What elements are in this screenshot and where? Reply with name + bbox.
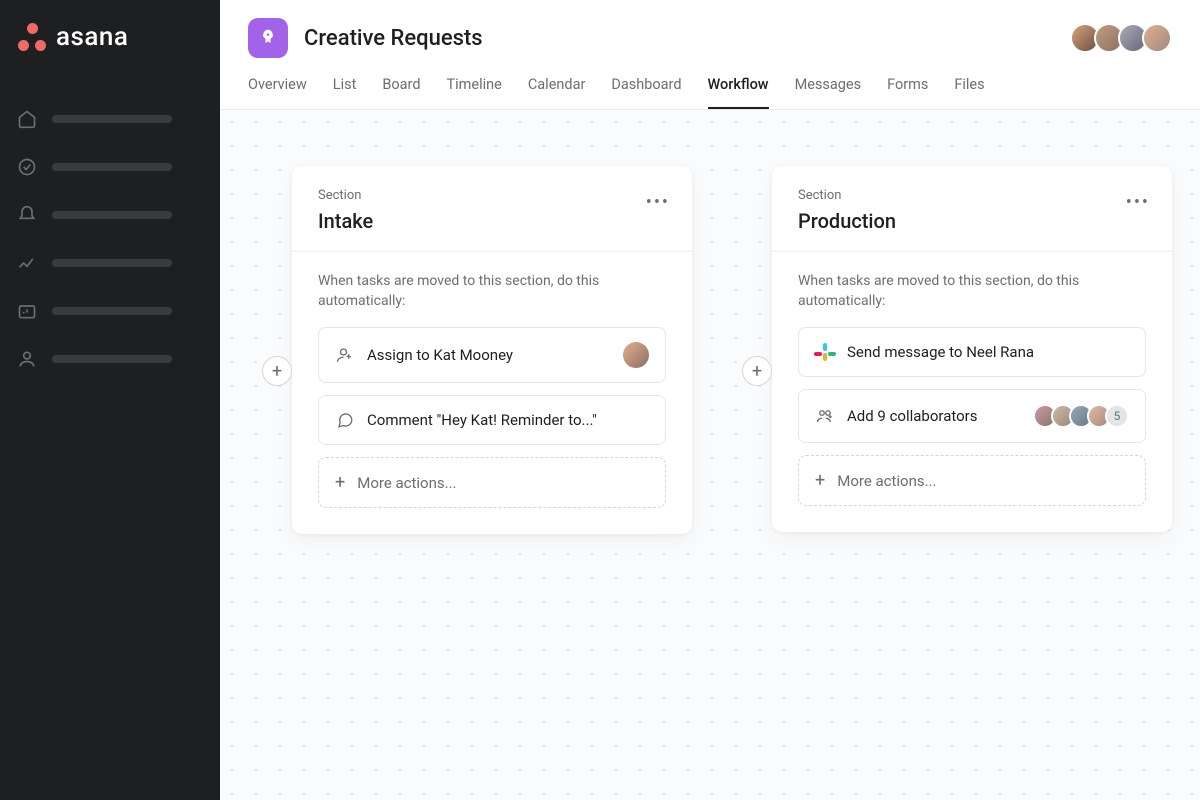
project-tabs: Overview List Board Timeline Calendar Da… xyxy=(248,76,1172,109)
assign-icon xyxy=(335,345,355,365)
main-content: Creative Requests Overview List Board Ti… xyxy=(220,0,1200,800)
more-icon[interactable]: ••• xyxy=(646,192,670,213)
person-icon xyxy=(16,348,38,370)
app-logo[interactable]: asana xyxy=(0,22,220,52)
section-card-production: Section Production ••• When tasks are mo… xyxy=(772,166,1172,532)
section-card-intake: Section Intake ••• When tasks are moved … xyxy=(292,166,692,534)
slack-icon xyxy=(815,342,835,362)
tab-timeline[interactable]: Timeline xyxy=(447,76,502,109)
nav-reporting[interactable] xyxy=(16,252,204,274)
nav-home[interactable] xyxy=(16,108,204,130)
collaborators-icon xyxy=(815,406,835,426)
rule-slack[interactable]: Send message to Neel Rana xyxy=(798,327,1146,377)
section-name[interactable]: Production xyxy=(798,209,1146,233)
tab-calendar[interactable]: Calendar xyxy=(528,76,586,109)
collaborator-avatars: 5 xyxy=(1039,404,1129,428)
nav-tasks[interactable] xyxy=(16,156,204,178)
nav-portfolios[interactable] xyxy=(16,300,204,322)
nav-inbox[interactable] xyxy=(16,204,204,226)
avatar xyxy=(623,342,649,368)
sidebar-nav xyxy=(0,108,220,370)
automation-hint: When tasks are moved to this section, do… xyxy=(798,272,1146,311)
plus-icon: + xyxy=(335,472,345,493)
home-icon xyxy=(16,108,38,130)
more-actions-label: More actions... xyxy=(357,474,456,492)
more-actions-button[interactable]: + More actions... xyxy=(318,457,666,508)
tab-dashboard[interactable]: Dashboard xyxy=(611,76,681,109)
rule-text: Add 9 collaborators xyxy=(847,407,978,425)
automation-hint: When tasks are moved to this section, do… xyxy=(318,272,666,311)
rule-comment[interactable]: Comment "Hey Kat! Reminder to..." xyxy=(318,395,666,445)
section-label: Section xyxy=(798,188,1146,203)
project-title: Creative Requests xyxy=(304,26,483,51)
rule-text: Comment "Hey Kat! Reminder to..." xyxy=(367,411,597,429)
app-name: asana xyxy=(56,22,128,52)
folder-icon xyxy=(16,300,38,322)
member-avatars[interactable] xyxy=(1076,23,1172,53)
tab-messages[interactable]: Messages xyxy=(795,76,862,109)
overflow-count: 5 xyxy=(1105,404,1129,428)
rule-text: Send message to Neel Rana xyxy=(847,343,1034,361)
rule-text: Assign to Kat Mooney xyxy=(367,346,513,364)
tab-list[interactable]: List xyxy=(333,76,357,109)
rocket-icon xyxy=(258,28,278,48)
rule-assign[interactable]: Assign to Kat Mooney xyxy=(318,327,666,383)
workflow-canvas[interactable]: + + Section Intake ••• When tasks are mo… xyxy=(220,110,1200,800)
reporting-icon xyxy=(16,252,38,274)
asana-logo-icon xyxy=(18,23,46,51)
tab-board[interactable]: Board xyxy=(382,76,420,109)
add-section-button[interactable]: + xyxy=(742,356,772,386)
more-actions-label: More actions... xyxy=(837,472,936,490)
bell-icon xyxy=(16,204,38,226)
add-section-button[interactable]: + xyxy=(262,356,292,386)
project-icon[interactable] xyxy=(248,18,288,58)
tab-files[interactable]: Files xyxy=(954,76,984,109)
section-label: Section xyxy=(318,188,666,203)
project-header: Creative Requests Overview List Board Ti… xyxy=(220,0,1200,110)
tab-overview[interactable]: Overview xyxy=(248,76,307,109)
nav-goals[interactable] xyxy=(16,348,204,370)
sidebar: asana xyxy=(0,0,220,800)
tab-forms[interactable]: Forms xyxy=(887,76,928,109)
more-actions-button[interactable]: + More actions... xyxy=(798,455,1146,506)
avatar xyxy=(1142,23,1172,53)
more-icon[interactable]: ••• xyxy=(1126,192,1150,213)
tab-workflow[interactable]: Workflow xyxy=(708,76,769,109)
section-name[interactable]: Intake xyxy=(318,209,666,233)
check-circle-icon xyxy=(16,156,38,178)
comment-icon xyxy=(335,410,355,430)
plus-icon: + xyxy=(815,470,825,491)
rule-collaborators[interactable]: Add 9 collaborators 5 xyxy=(798,389,1146,443)
